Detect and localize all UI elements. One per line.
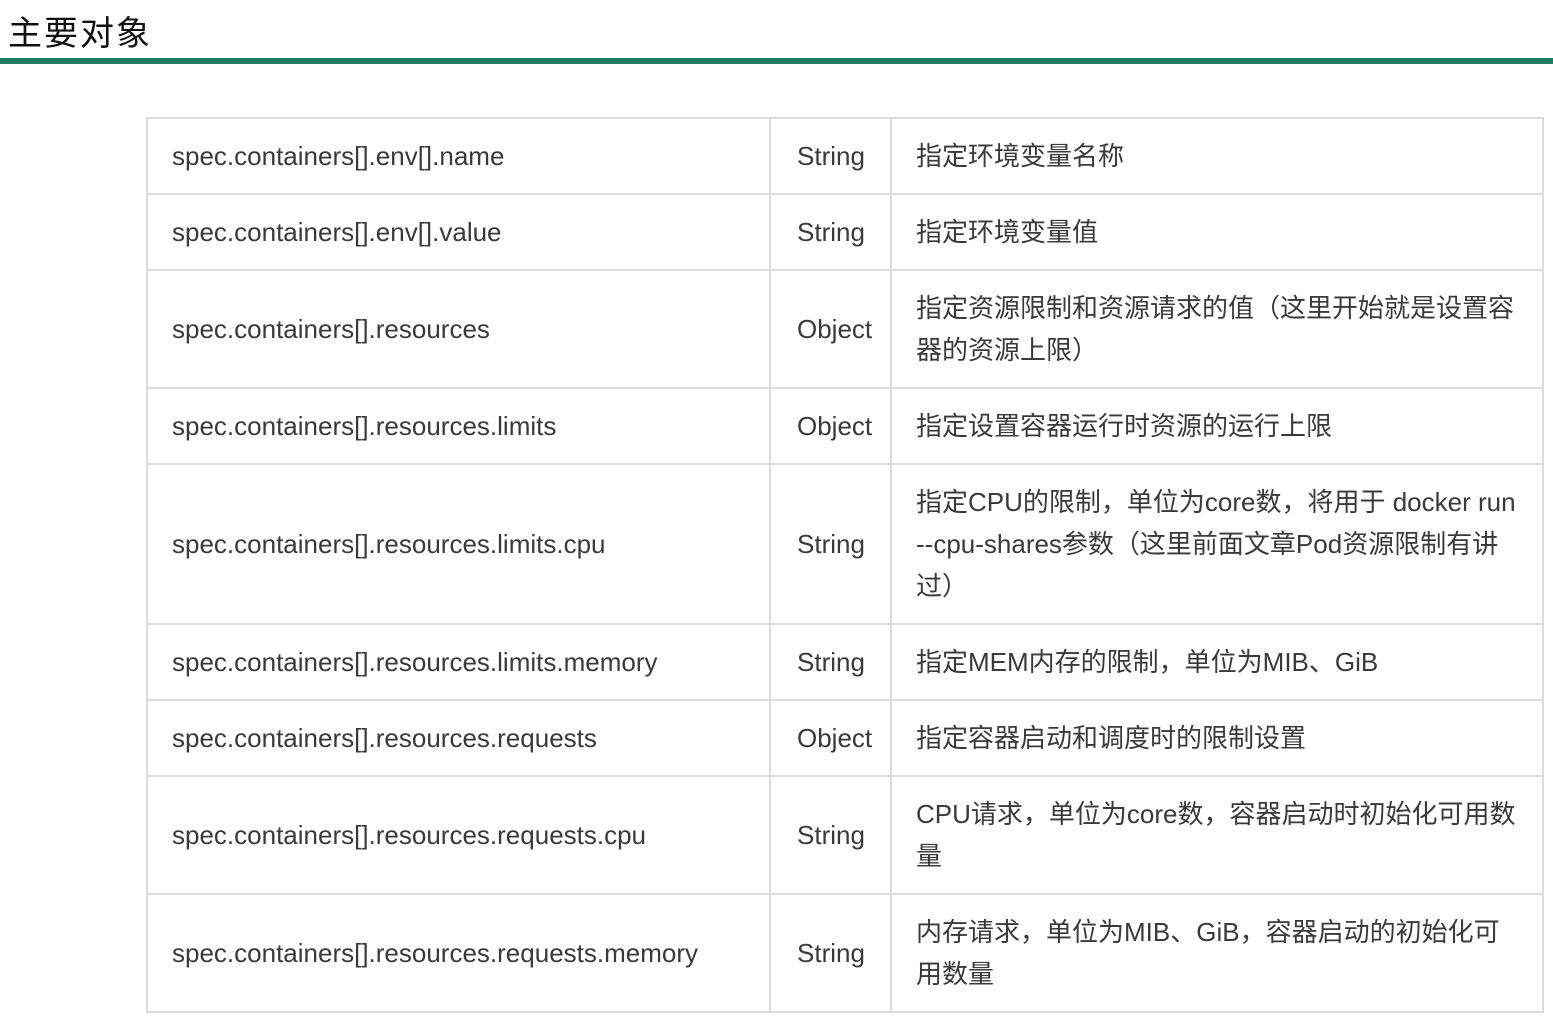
field-description-cell: 指定环境变量值 bbox=[890, 193, 1544, 271]
field-name-cell: spec.containers[].resources.requests bbox=[146, 699, 771, 777]
field-description-cell: 指定容器启动和调度时的限制设置 bbox=[890, 699, 1544, 777]
field-description-cell: 指定MEM内存的限制，单位为MIB、GiB bbox=[890, 623, 1544, 701]
field-name-cell: spec.containers[].resources bbox=[146, 269, 771, 389]
field-name-cell: spec.containers[].env[].value bbox=[146, 193, 771, 271]
field-type-cell: String bbox=[769, 775, 892, 895]
table-row: spec.containers[].resources.limits.cpu S… bbox=[146, 463, 1544, 625]
table-row: spec.containers[].resources.requests.mem… bbox=[146, 893, 1544, 1013]
table-row: spec.containers[].resources.limits Objec… bbox=[146, 387, 1544, 465]
table-row: spec.containers[].resources.requests Obj… bbox=[146, 699, 1544, 777]
field-type-cell: String bbox=[769, 463, 892, 625]
field-name-cell: spec.containers[].resources.requests.cpu bbox=[146, 775, 771, 895]
table-row: spec.containers[].env[].name String 指定环境… bbox=[146, 117, 1544, 195]
field-name-cell: spec.containers[].resources.requests.mem… bbox=[146, 893, 771, 1013]
properties-table-container: spec.containers[].env[].name String 指定环境… bbox=[146, 117, 1544, 1013]
table-row: spec.containers[].env[].value String 指定环… bbox=[146, 193, 1544, 271]
title-divider bbox=[0, 58, 1553, 64]
field-name-cell: spec.containers[].resources.limits bbox=[146, 387, 771, 465]
field-description-cell: 指定CPU的限制，单位为core数，将用于 docker run --cpu-s… bbox=[890, 463, 1544, 625]
field-description-cell: 指定环境变量名称 bbox=[890, 117, 1544, 195]
field-description-cell: 指定设置容器运行时资源的运行上限 bbox=[890, 387, 1544, 465]
field-name-cell: spec.containers[].resources.limits.memor… bbox=[146, 623, 771, 701]
field-name-cell: spec.containers[].resources.limits.cpu bbox=[146, 463, 771, 625]
page-title: 主要对象 bbox=[8, 14, 152, 54]
table-row: spec.containers[].resources.limits.memor… bbox=[146, 623, 1544, 701]
table-row: spec.containers[].resources Object 指定资源限… bbox=[146, 269, 1544, 389]
field-description-cell: 内存请求，单位为MIB、GiB，容器启动的初始化可用数量 bbox=[890, 893, 1544, 1013]
properties-table: spec.containers[].env[].name String 指定环境… bbox=[146, 117, 1544, 1013]
field-type-cell: String bbox=[769, 623, 892, 701]
field-name-cell: spec.containers[].env[].name bbox=[146, 117, 771, 195]
field-description-cell: CPU请求，单位为core数，容器启动时初始化可用数量 bbox=[890, 775, 1544, 895]
field-type-cell: String bbox=[769, 193, 892, 271]
field-type-cell: String bbox=[769, 893, 892, 1013]
field-description-cell: 指定资源限制和资源请求的值（这里开始就是设置容器的资源上限） bbox=[890, 269, 1544, 389]
field-type-cell: String bbox=[769, 117, 892, 195]
field-type-cell: Object bbox=[769, 387, 892, 465]
field-type-cell: Object bbox=[769, 269, 892, 389]
field-type-cell: Object bbox=[769, 699, 892, 777]
page: 主要对象 spec.containers[].env[].name String… bbox=[0, 0, 1553, 1018]
table-row: spec.containers[].resources.requests.cpu… bbox=[146, 775, 1544, 895]
